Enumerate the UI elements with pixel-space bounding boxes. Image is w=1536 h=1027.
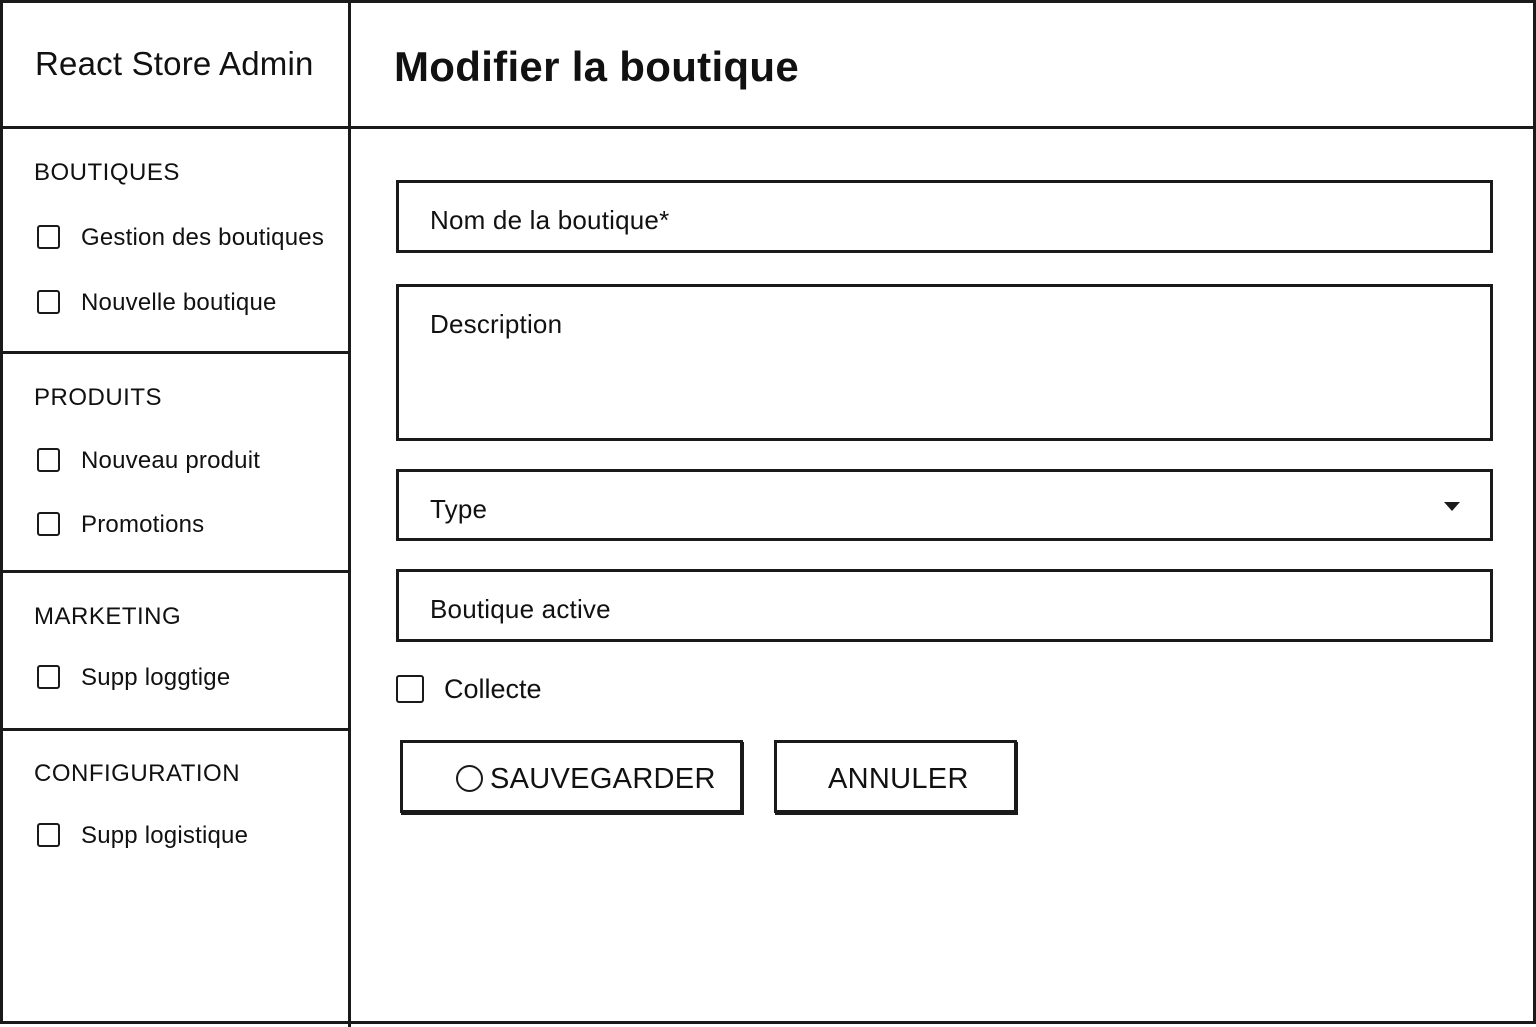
checkbox-icon <box>37 290 60 314</box>
checkbox-icon <box>37 823 60 847</box>
collecte-label: Collecte <box>444 674 542 704</box>
sidebar-item-label: Nouvelle boutique <box>81 289 277 316</box>
description-placeholder: Description <box>430 309 563 339</box>
save-button-label: SAUVEGARDER <box>490 763 716 795</box>
checkbox-icon <box>37 512 60 536</box>
checkbox-icon <box>37 665 60 689</box>
sidebar-item-promotions[interactable]: Promotions <box>35 508 345 544</box>
active-shop-label: Boutique active <box>430 594 611 624</box>
active-shop-field[interactable]: Boutique active <box>396 569 1493 642</box>
nav-section-produits: PRODUITS Nouveau produit Promotions <box>3 354 348 573</box>
sidebar-item-label: Gestion des boutiques <box>81 224 325 251</box>
sidebar-item-label: Nouveau produit <box>81 447 261 474</box>
sidebar-item-label: Promotions <box>81 511 205 538</box>
section-title: CONFIGURATION <box>34 760 241 787</box>
type-select[interactable]: Type <box>396 469 1493 541</box>
sidebar-item-label: Supp logistique <box>81 822 249 849</box>
checkbox-icon[interactable] <box>396 675 424 703</box>
shop-name-field[interactable]: Nom de la boutique* <box>396 180 1493 253</box>
app-title: React Store Admin <box>35 45 314 82</box>
sidebar: React Store Admin BOUTIQUES Gestion des … <box>3 3 351 1027</box>
collecte-checkbox[interactable]: Collecte <box>396 673 596 707</box>
sidebar-item-supp-loggtige[interactable]: Supp loggtige <box>35 661 345 697</box>
sidebar-header: React Store Admin <box>3 3 348 129</box>
cancel-button-label: ANNULER <box>828 763 969 795</box>
section-title: PRODUITS <box>34 384 163 411</box>
sidebar-item-nouvelle-boutique[interactable]: Nouvelle boutique <box>35 286 345 322</box>
section-title: BOUTIQUES <box>34 159 180 186</box>
app-window: React Store Admin BOUTIQUES Gestion des … <box>0 0 1536 1027</box>
checkbox-icon <box>37 448 60 472</box>
circle-icon <box>456 765 483 792</box>
cancel-button[interactable]: ANNULER <box>774 740 1017 813</box>
main-header: Modifier la boutique <box>351 3 1536 129</box>
section-title: MARKETING <box>34 603 182 630</box>
save-button[interactable]: SAUVEGARDER <box>400 740 743 813</box>
sidebar-item-label: Supp loggtige <box>81 664 231 691</box>
checkbox-icon <box>37 225 60 249</box>
nav-section-boutiques: BOUTIQUES Gestion des boutiques Nouvelle… <box>3 129 348 354</box>
nav-section-marketing: MARKETING Supp loggtige <box>3 573 348 731</box>
description-field[interactable]: Description <box>396 284 1493 441</box>
shop-name-placeholder: Nom de la boutique* <box>430 205 670 235</box>
sidebar-item-nouveau-produit[interactable]: Nouveau produit <box>35 444 345 480</box>
sidebar-item-gestion-des-boutiques[interactable]: Gestion des boutiques <box>35 221 345 257</box>
chevron-down-icon <box>1444 502 1460 511</box>
nav-section-configuration: CONFIGURATION Supp logistique <box>3 731 348 931</box>
type-select-label: Type <box>430 494 488 524</box>
page-title: Modifier la boutique <box>394 43 799 90</box>
sidebar-item-supp-logistique[interactable]: Supp logistique <box>35 819 345 855</box>
